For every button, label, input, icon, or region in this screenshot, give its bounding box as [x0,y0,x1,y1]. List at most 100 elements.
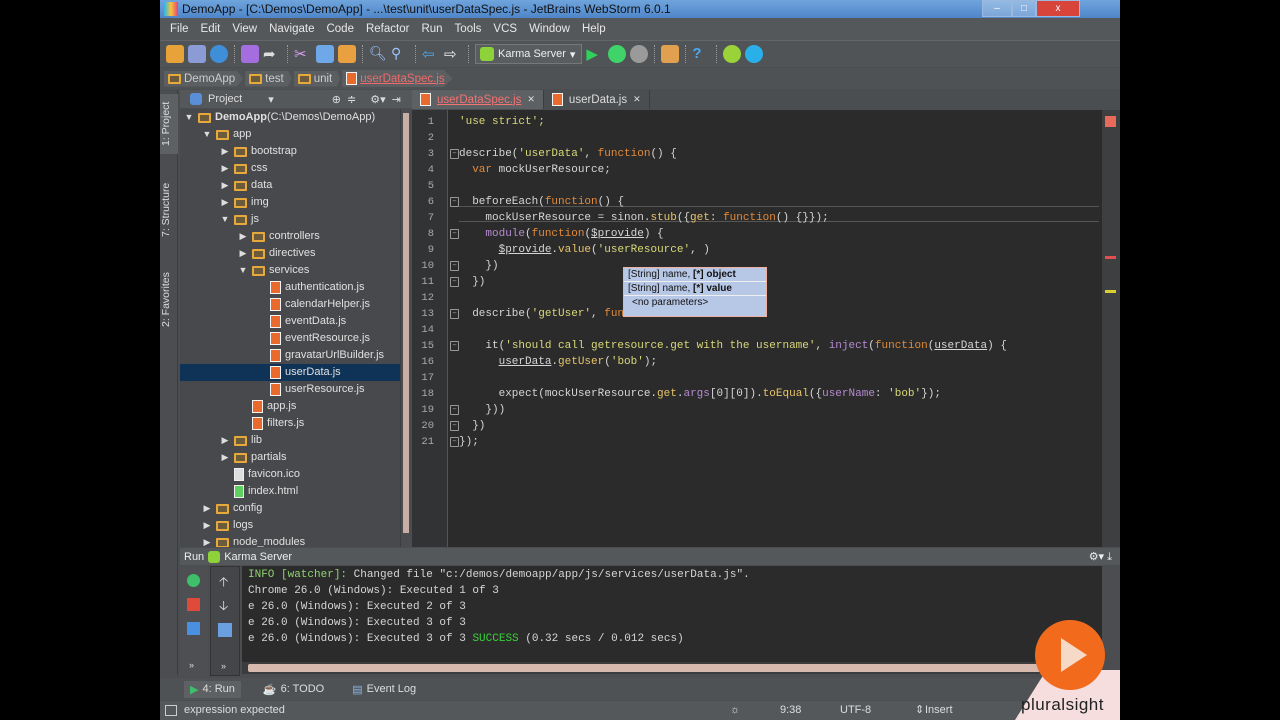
replace-icon[interactable]: ⚲ [391,45,409,63]
save-icon[interactable] [188,45,206,63]
open-icon[interactable] [166,45,184,63]
close-icon[interactable]: ✕ [527,94,535,105]
redo-icon[interactable]: ➦ [263,45,281,63]
encoding[interactable]: UTF-8 [840,701,871,720]
help-icon[interactable]: ? [692,45,710,63]
tree-item[interactable]: ▶ data [180,177,400,194]
tree-item[interactable]: eventResource.js [180,330,400,347]
expanded-arrow-icon[interactable]: ▼ [220,211,230,228]
soft-wrap-icon[interactable] [218,623,232,637]
menu-run[interactable]: Run [415,23,448,35]
project-view-select[interactable]: Project [208,93,242,105]
menu-edit[interactable]: Edit [195,23,227,35]
collapsed-arrow-icon[interactable]: ▶ [220,160,230,177]
tree-item[interactable]: ▶ config [180,500,400,517]
console-scrollbar[interactable] [242,662,1102,674]
collapsed-arrow-icon[interactable]: ▶ [220,177,230,194]
collapsed-arrow-icon[interactable]: ▶ [220,143,230,160]
find-icon[interactable]: 🔍︎ [369,45,387,63]
error-mark[interactable] [1105,256,1116,259]
tab-favorites[interactable]: 2: Favorites [160,265,178,335]
fold-marker-icon[interactable]: – [450,277,459,287]
insert-mode[interactable]: Insert [925,701,953,720]
scroll-thumb[interactable] [403,113,409,533]
menu-vcs[interactable]: VCS [487,23,523,35]
tree-item[interactable]: favicon.ico [180,466,400,483]
debug-icon[interactable] [608,45,627,63]
undo-icon[interactable] [241,45,259,63]
tree-item[interactable]: ▶ controllers [180,228,400,245]
collapsed-arrow-icon[interactable]: ▶ [220,194,230,211]
error-stripe[interactable] [1102,110,1120,547]
hide-icon[interactable]: ⇥ [392,93,401,106]
minimize-button[interactable]: – [982,0,1012,17]
more-icon[interactable]: » [189,660,194,670]
tree-item[interactable]: ▼ DemoApp (C:\Demos\DemoApp) [180,109,400,126]
tree-item[interactable]: ▶ lib [180,432,400,449]
menu-tools[interactable]: Tools [449,23,488,35]
tree-item[interactable]: index.html [180,483,400,500]
down-arrow-icon[interactable]: 🡣 [219,597,228,619]
tree-item[interactable]: userResource.js [180,381,400,398]
tab-structure[interactable]: 7: Structure [160,175,178,245]
tree-item[interactable]: ▶ partials [180,449,400,466]
tree-item[interactable]: gravatarUrlBuilder.js [180,347,400,364]
tree-item[interactable]: ▼ services [180,262,400,279]
up-arrow-icon[interactable]: 🡡 [219,573,228,595]
expanded-arrow-icon[interactable]: ▼ [184,109,194,126]
collapsed-arrow-icon[interactable]: ▶ [238,228,248,245]
cut-icon[interactable]: ✂ [294,45,312,63]
scroll-from-source-icon[interactable]: ⊕ [332,93,341,106]
stop-icon[interactable] [187,598,200,611]
tab-4-run[interactable]: ▶ 4: Run [184,680,241,698]
coverage-icon[interactable] [630,45,649,63]
menu-refactor[interactable]: Refactor [360,23,415,35]
tree-scrollbar[interactable] [400,109,412,547]
gear-icon[interactable]: ⚙▾ [370,93,385,106]
rerun-icon[interactable] [187,574,200,587]
run-icon[interactable]: ▶ [586,45,604,63]
collapsed-arrow-icon[interactable]: ▶ [220,432,230,449]
fold-marker-icon[interactable]: – [450,405,459,415]
scroll-thumb[interactable] [248,664,1098,672]
code-editor[interactable]: 1 2 3–4 5 6–7 8–9 10–11–12 13–14 15–16 17 18 19–20–… [412,110,1102,547]
tree-item[interactable]: ▶ img [180,194,400,211]
collapsed-arrow-icon[interactable]: ▶ [202,517,212,534]
tree-item[interactable]: ▶ logs [180,517,400,534]
fold-marker-icon[interactable]: – [450,309,459,319]
tree-item[interactable]: calendarHelper.js [180,296,400,313]
collapse-all-icon[interactable]: ≑ [347,93,356,106]
tree-item[interactable]: ▶ node_modules [180,534,400,547]
breadcrumb-file[interactable]: userDataSpec.js [342,70,453,87]
run-configuration-select[interactable]: Karma Server ▾ [475,44,583,64]
tree-item[interactable]: ▼ app [180,126,400,143]
tree-item[interactable]: ▶ bootstrap [180,143,400,160]
tree-item[interactable]: filters.js [180,415,400,432]
fold-marker-icon[interactable]: – [450,261,459,271]
menu-window[interactable]: Window [523,23,576,35]
paste-icon[interactable] [338,45,356,63]
tree-item[interactable]: ▶ directives [180,245,400,262]
error-indicator-icon[interactable] [1105,116,1116,127]
tree-item[interactable]: ▶ css [180,160,400,177]
fold-marker-icon[interactable]: – [450,197,459,207]
copy-icon[interactable] [316,45,334,63]
warning-mark[interactable] [1105,290,1116,293]
parameter-signature[interactable]: <no parameters> [624,296,766,310]
toggle-tool-windows-icon[interactable] [165,705,177,716]
tab-userdataspec-js[interactable]: userDataSpec.js ✕ [412,90,544,109]
breadcrumb-test[interactable]: test [245,70,292,87]
settings-icon[interactable] [661,45,680,63]
fold-marker-icon[interactable]: – [450,341,459,351]
pause-icon[interactable] [187,622,200,635]
console-output[interactable]: INFO [watcher]: Changed file "c:/demos/d… [242,566,1102,662]
fold-marker-icon[interactable]: – [450,421,459,431]
caret-position[interactable]: 9:38 [780,701,801,720]
browser-icon[interactable] [745,45,764,63]
sync-icon[interactable] [210,45,228,63]
expanded-arrow-icon[interactable]: ▼ [202,126,212,143]
tab-userdata-js[interactable]: userData.js ✕ [544,90,650,109]
menu-view[interactable]: View [226,23,263,35]
gear-icon[interactable]: ☼ [730,701,740,720]
close-icon[interactable]: ✕ [633,94,641,105]
